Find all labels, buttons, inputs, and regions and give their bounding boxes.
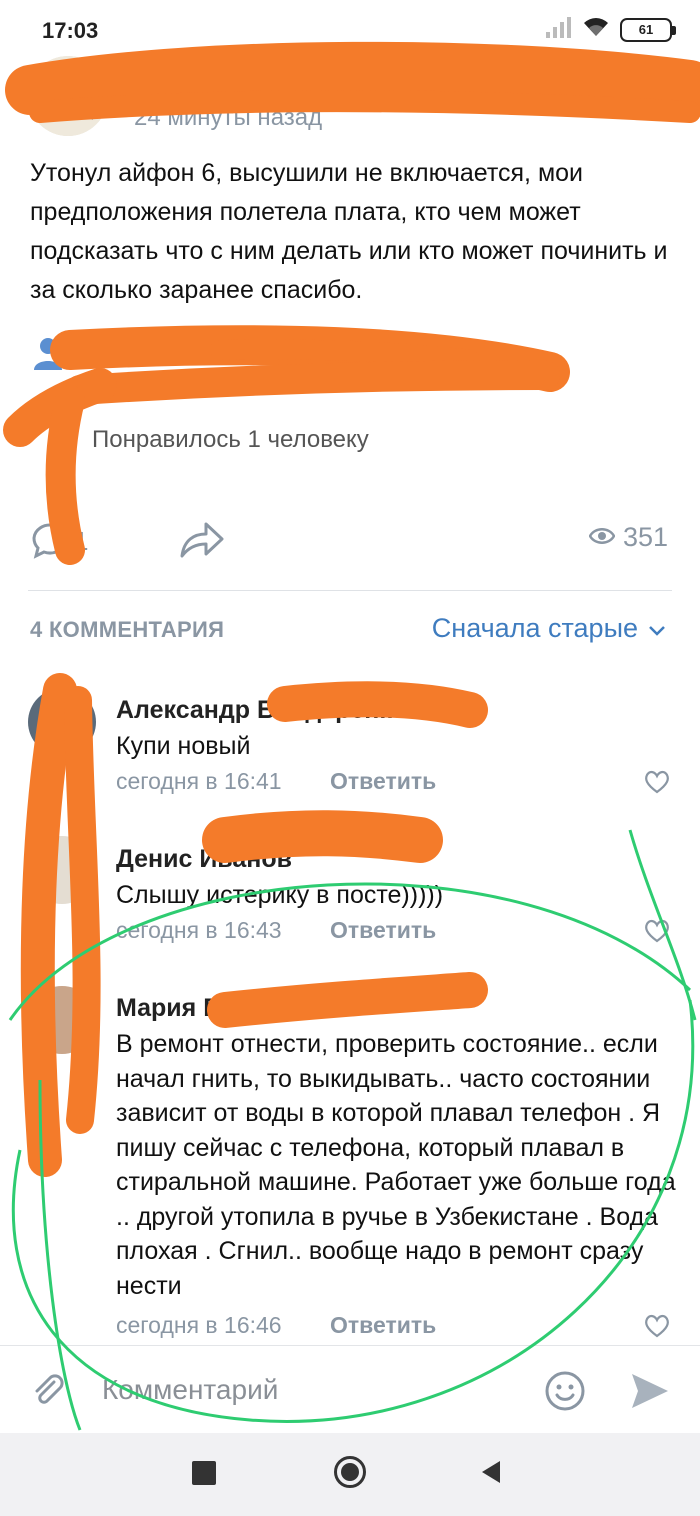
status-bar: 17:03 61 (0, 0, 700, 58)
views-count: 351 (622, 522, 668, 552)
back-icon[interactable] (482, 1461, 500, 1483)
comment-date: сегодня в 16:46 (116, 1312, 282, 1338)
comment-text: Слышу истерику в посте))))) (116, 881, 444, 909)
likes-count-text[interactable]: Понравилось 1 человеку (92, 426, 369, 454)
divider (28, 590, 672, 591)
comment-avatar[interactable] (28, 836, 96, 904)
liker-name[interactable]: Александр Иванов (92, 338, 310, 367)
sort-button[interactable]: Сначала старые (432, 613, 666, 644)
chevron-down-icon (648, 613, 666, 644)
views: 351 (588, 522, 668, 553)
heart-icon[interactable] (644, 919, 670, 948)
post-time: 24 минуты назад (134, 104, 323, 131)
heart-icon[interactable] (644, 770, 670, 799)
status-icons: 61 (546, 16, 676, 43)
recent-apps-icon[interactable] (192, 1461, 216, 1485)
comment-avatar[interactable] (28, 986, 96, 1054)
comment-icon[interactable]: 1 (30, 520, 90, 565)
reply-button[interactable]: Ответить (330, 1312, 436, 1339)
sort-label: Сначала старые (431, 613, 638, 643)
comments-count: 4 КОММЕНТАРИЯ (30, 617, 225, 642)
wifi-icon (582, 16, 610, 43)
likers-icon (34, 336, 74, 375)
comment-text: Купи новый (116, 732, 251, 760)
send-icon[interactable] (630, 1372, 670, 1415)
heart-icon[interactable] (644, 1314, 670, 1343)
screen: 17:03 61 Ч… обработка. шарашка 24 минуты… (0, 0, 700, 1516)
share-icon[interactable] (178, 520, 224, 565)
comment-input[interactable] (102, 1364, 522, 1416)
comment-author[interactable]: Александр Бондаренко (116, 696, 407, 725)
home-icon[interactable] (334, 1456, 366, 1488)
eye-icon (588, 522, 616, 553)
group-name[interactable]: Ч… обработка. шарашка (134, 62, 449, 93)
comment-author[interactable]: Мария Б… (116, 994, 246, 1023)
emoji-icon[interactable] (544, 1370, 586, 1417)
system-nav-bar (0, 1433, 700, 1516)
comment-date: сегодня в 16:41 (116, 768, 282, 794)
signal-icon (546, 16, 572, 43)
comment-author[interactable]: Денис Иванов (116, 845, 292, 874)
attach-icon[interactable] (30, 1372, 66, 1413)
status-time: 17:03 (42, 18, 99, 43)
reply-button[interactable]: Ответить (330, 917, 436, 944)
post-text: Утонул айфон 6, высушили не включается, … (30, 159, 668, 304)
comment-avatar[interactable] (28, 688, 96, 756)
reply-button[interactable]: Ответить (330, 768, 436, 795)
comment-input-bar (0, 1345, 700, 1433)
group-avatar[interactable] (28, 56, 108, 136)
battery-icon: 61 (620, 17, 676, 42)
comment-date: сегодня в 16:43 (116, 917, 282, 943)
svg-text:1: 1 (74, 526, 88, 556)
comment-text: В ремонт отнести, проверить состояние.. … (116, 1030, 676, 1300)
